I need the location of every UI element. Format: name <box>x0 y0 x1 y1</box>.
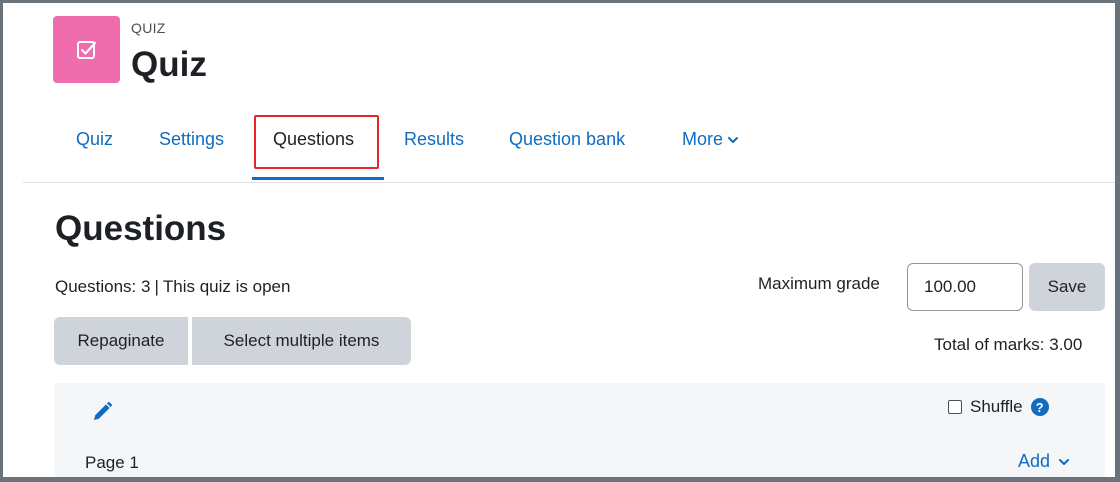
quiz-activity-icon <box>53 16 120 83</box>
tab-quiz[interactable]: Quiz <box>76 129 113 150</box>
question-circle-icon[interactable]: ? <box>1030 398 1049 416</box>
tab-more-label: More <box>682 129 724 149</box>
page-label: Page 1 <box>85 453 139 472</box>
pencil-icon[interactable] <box>91 401 113 423</box>
total-marks: Total of marks: 3.00 <box>934 335 1083 354</box>
page-header-title: Quiz <box>131 45 207 84</box>
repaginate-button[interactable]: Repaginate <box>54 317 188 365</box>
chevron-down-icon <box>728 137 739 144</box>
chevron-down-icon <box>1059 458 1070 465</box>
tab-more[interactable]: More <box>682 129 739 150</box>
quiz-status-line: Questions: 3 | This quiz is open <box>55 277 290 297</box>
select-multiple-items-button[interactable]: Select multiple items <box>192 317 411 365</box>
tab-question-bank[interactable]: Question bank <box>509 129 625 150</box>
add-menu-button[interactable]: Add <box>1018 451 1070 472</box>
questions-tab-highlight <box>254 115 379 169</box>
active-tab-indicator <box>252 177 384 180</box>
questions-count: Questions: 3 <box>55 277 151 296</box>
app-frame: QUIZ Quiz Quiz Settings Questions Result… <box>0 0 1120 482</box>
secondary-navigation: Quiz Settings Questions Results Question… <box>23 115 1115 183</box>
maximum-grade-input[interactable] <box>907 263 1023 311</box>
page-title: Questions <box>55 209 227 248</box>
status-separator: | <box>154 277 159 296</box>
shuffle-checkbox[interactable] <box>948 400 962 414</box>
quiz-state: This quiz is open <box>162 277 291 296</box>
maximum-grade-label: Maximum grade <box>758 274 880 293</box>
checkbox-icon <box>76 40 96 59</box>
save-button[interactable]: Save <box>1029 263 1105 311</box>
tab-settings[interactable]: Settings <box>159 129 224 150</box>
shuffle-label: Shuffle <box>970 397 1023 416</box>
activity-type-label: QUIZ <box>131 20 166 36</box>
add-label: Add <box>1018 451 1051 471</box>
tab-results[interactable]: Results <box>404 129 464 150</box>
shuffle-control[interactable]: Shuffle ? <box>948 397 1049 417</box>
